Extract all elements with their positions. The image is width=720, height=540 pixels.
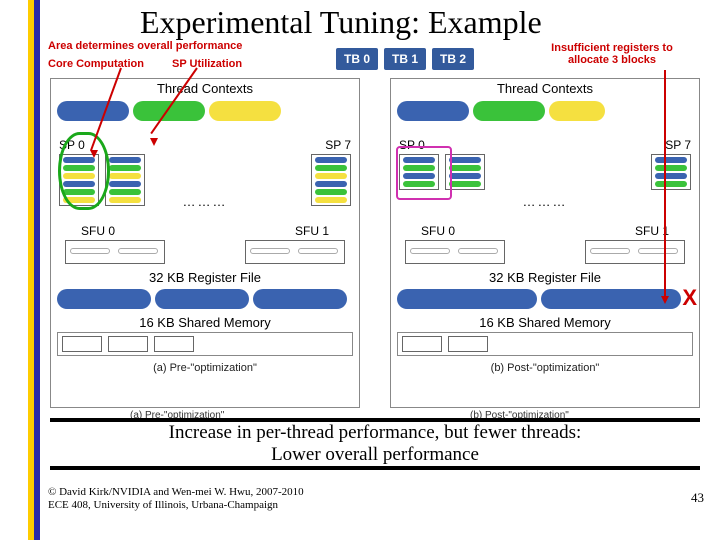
sfu-area-b	[397, 240, 693, 270]
sp-box-7-b	[651, 154, 691, 190]
page-number: 43	[691, 490, 704, 506]
tb-badge-2: TB 2	[432, 48, 474, 70]
slide-accent-bar	[28, 0, 40, 540]
sp-box-7-a	[311, 154, 351, 206]
register-file-row-b: X	[397, 287, 693, 311]
sfu1-label: SFU 1	[295, 224, 329, 238]
thread-contexts-label: Thread Contexts	[51, 81, 359, 96]
register-file-label-b: 32 KB Register File	[391, 270, 699, 285]
tc-bar-yellow	[209, 101, 281, 121]
sp7-label: SP 7	[325, 138, 351, 152]
sfu-box-1-b	[585, 240, 685, 264]
legend-area-text: Area determines overall performance	[48, 40, 242, 52]
legend-sp-utilization: SP Utilization	[172, 58, 242, 70]
sfu0-label: SFU 0	[81, 224, 115, 238]
shared-memory-label-b: 16 KB Shared Memory	[391, 315, 699, 330]
copyright-line-2: ECE 408, University of Illinois, Urbana-…	[48, 499, 304, 512]
arrowhead-core-computation	[90, 150, 98, 158]
shared-memory-row-a	[57, 332, 353, 356]
sh-box-1-b	[448, 336, 488, 352]
legend-core-computation: Core Computation	[48, 58, 144, 70]
thread-contexts-row-b	[397, 98, 693, 124]
insufficient-registers-note: Insufficient registers to allocate 3 blo…	[532, 42, 692, 66]
sp7-label-b: SP 7	[665, 138, 691, 152]
tc-bar-green-b	[473, 101, 545, 121]
register-file-row-a	[57, 287, 353, 311]
tb-badge-1: TB 1	[384, 48, 426, 70]
register-file-label-a: 32 KB Register File	[51, 270, 359, 285]
reg-bar-0-a	[57, 289, 151, 309]
caption-b: (b) Post-"optimization"	[391, 362, 699, 374]
sfu-box-1-a	[245, 240, 345, 264]
tc-bar-blue-b	[397, 101, 469, 121]
arrowhead-sp-utilization	[150, 138, 158, 146]
message-line-2: Lower overall performance	[271, 444, 479, 466]
sh-box-0-b	[402, 336, 442, 352]
sfu-box-0-b	[405, 240, 505, 264]
reg-bar-1-b	[541, 289, 681, 309]
panel-pre-optimization: Thread Contexts SP 0 SP 7 ……… SFU 0 SFU …	[50, 78, 360, 408]
caption-a: (a) Pre-"optimization"	[51, 362, 359, 374]
arrow-insufficient-registers	[664, 70, 666, 298]
copyright-text: © David Kirk/NVIDIA and Wen-mei W. Hwu, …	[48, 486, 304, 512]
sfu-box-0-a	[65, 240, 165, 264]
sh-box-1-a	[108, 336, 148, 352]
tb-badge-row: TB 0 TB 1 TB 2	[336, 48, 474, 70]
message-line-1: Increase in per-thread performance, but …	[169, 422, 582, 444]
sfu-area-a	[57, 240, 353, 270]
reg-bar-2-a	[253, 289, 347, 309]
panel-post-optimization: Thread Contexts SP 0 SP 7 ……… SFU 0 SFU …	[390, 78, 700, 408]
sh-box-0-a	[62, 336, 102, 352]
shared-memory-row-b	[397, 332, 693, 356]
reg-bar-0-b	[397, 289, 537, 309]
sfu0-label-b: SFU 0	[421, 224, 455, 238]
shared-memory-label-a: 16 KB Shared Memory	[51, 315, 359, 330]
magenta-highlight-ring-b	[396, 146, 452, 200]
thread-contexts-label-b: Thread Contexts	[391, 81, 699, 96]
green-highlight-ring-a	[58, 132, 110, 210]
arrowhead-insufficient-registers	[661, 296, 669, 304]
message-band: Increase in per-thread performance, but …	[50, 418, 700, 470]
reg-bar-1-a	[155, 289, 249, 309]
tb-badge-0: TB 0	[336, 48, 378, 70]
slide-title: Experimental Tuning: Example	[140, 4, 542, 41]
tc-bar-yellow-b	[549, 101, 605, 121]
x-mark-icon: X	[682, 285, 697, 311]
copyright-line-1: © David Kirk/NVIDIA and Wen-mei W. Hwu, …	[48, 486, 304, 499]
sh-box-2-a	[154, 336, 194, 352]
tc-bar-blue	[57, 101, 129, 121]
